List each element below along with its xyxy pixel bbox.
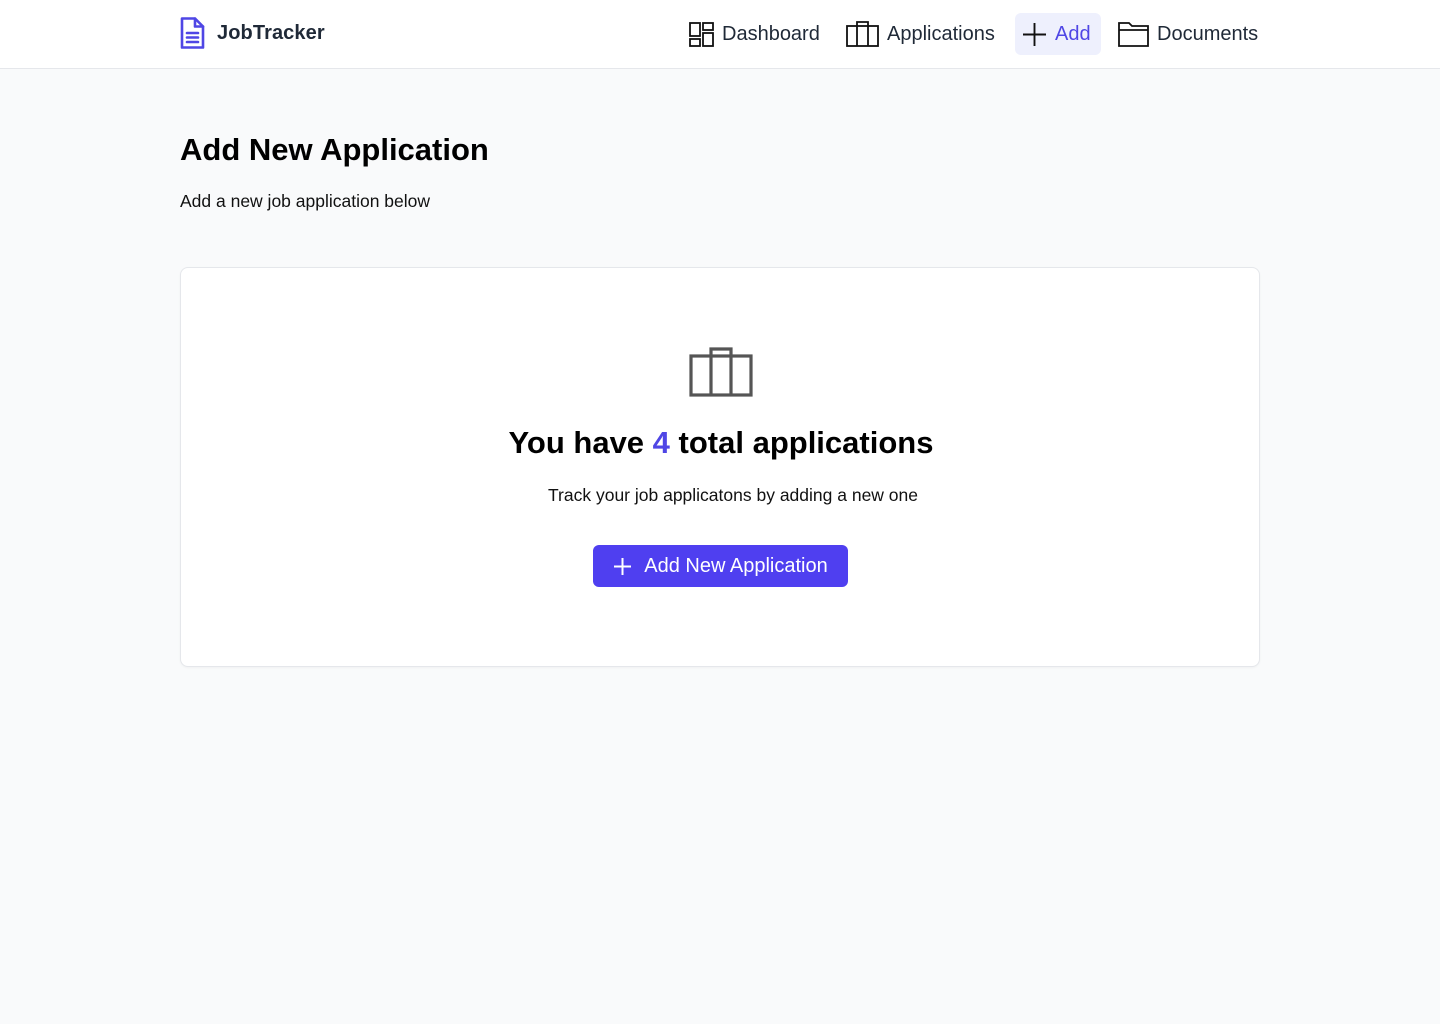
page-title: Add New Application (180, 132, 489, 167)
card-description: Track your job applicatons by adding a n… (548, 485, 918, 505)
grid-icon (689, 21, 714, 47)
top-navbar: JobTracker Dashboard Applications Add Do… (0, 0, 1440, 69)
nav-dashboard[interactable]: Dashboard (689, 13, 820, 55)
nav-documents-label: Documents (1157, 22, 1259, 45)
add-new-application-label: Add New Application (644, 554, 828, 577)
brand[interactable]: JobTracker (178, 16, 325, 50)
page-subtitle: Add a new job application below (180, 191, 431, 211)
application-summary-card: You have 4 total applications Track your… (180, 267, 1260, 667)
nav-applications[interactable]: Applications (846, 13, 995, 55)
heading-suffix: total applications (669, 425, 934, 460)
briefcase-icon (689, 347, 753, 397)
plus-icon (614, 557, 632, 575)
document-icon (180, 17, 205, 49)
folder-icon (1118, 21, 1149, 47)
heading-prefix: You have (508, 425, 653, 460)
nav-add[interactable]: Add (1015, 13, 1101, 55)
nav-add-label: Add (1055, 22, 1091, 45)
applications-count-heading: You have 4 total applications (181, 425, 1261, 461)
nav-documents[interactable]: Documents (1118, 13, 1258, 55)
brand-name: JobTracker (217, 21, 325, 44)
nav-dashboard-label: Dashboard (722, 22, 820, 45)
add-new-application-button[interactable]: Add New Application (593, 545, 848, 587)
briefcase-icon (846, 21, 879, 47)
applications-count: 4 (652, 425, 670, 460)
plus-icon (1023, 22, 1046, 46)
nav-applications-label: Applications (887, 22, 995, 45)
